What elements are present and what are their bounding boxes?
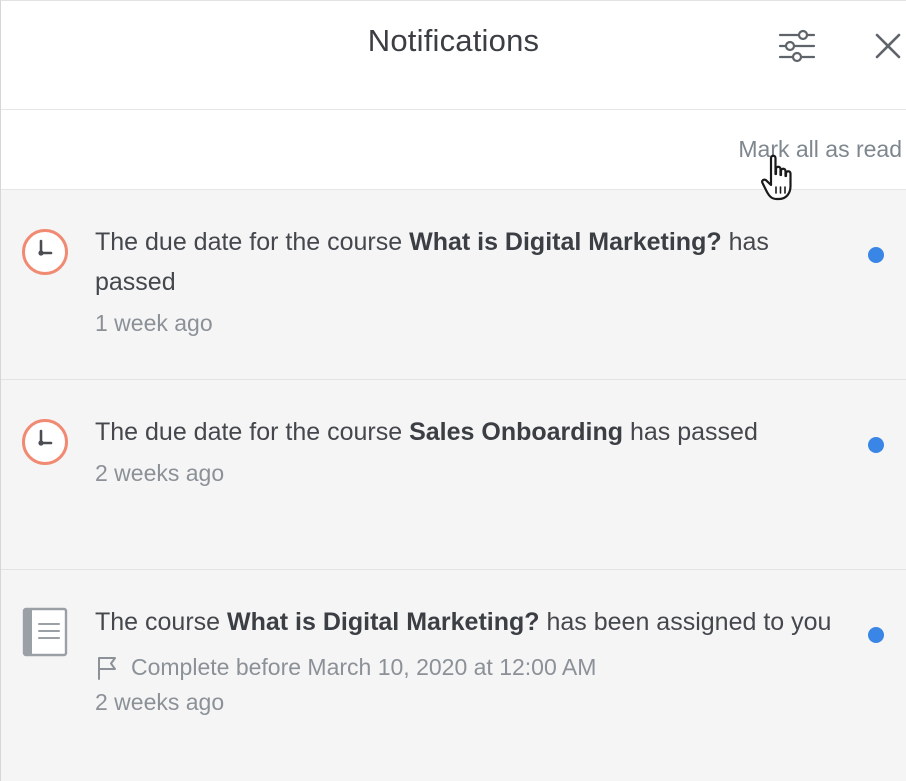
notification-time: 1 week ago <box>95 310 213 336</box>
notification-time: 2 weeks ago <box>95 460 225 486</box>
clock-icon <box>22 419 68 465</box>
flag-icon <box>98 656 116 680</box>
notification-body: The course What is Digital Marketing? ha… <box>95 602 835 716</box>
notification-message: The course What is Digital Marketing? ha… <box>95 602 835 642</box>
deadline-text: Complete before March 10, 2020 at 12:00 … <box>131 654 597 680</box>
course-document-icon <box>22 607 68 657</box>
unread-dot <box>868 627 884 643</box>
message-prefix: The course <box>95 608 228 636</box>
sliders-icon <box>778 29 816 63</box>
notification-body: The due date for the course What is Digi… <box>95 222 835 337</box>
panel-header: Notifications <box>1 1 906 110</box>
notification-item[interactable]: The due date for the course What is Digi… <box>1 190 906 380</box>
notification-item[interactable]: The course What is Digital Marketing? ha… <box>1 570 906 781</box>
notifications-panel: Notifications Mark all as read The due d… <box>0 0 906 781</box>
unread-dot <box>868 437 884 453</box>
notifications-toolbar: Mark all as read <box>1 110 906 190</box>
notification-list: The due date for the course What is Digi… <box>1 190 906 781</box>
unread-dot <box>868 247 884 263</box>
message-suffix: has passed <box>623 418 758 446</box>
course-name: Sales Onboarding <box>409 418 624 446</box>
filter-button[interactable] <box>774 23 820 69</box>
page-title: Notifications <box>367 23 540 58</box>
message-prefix: The due date for the course <box>95 228 410 256</box>
mark-all-read-link[interactable]: Mark all as read <box>738 136 902 163</box>
close-icon <box>875 33 901 59</box>
notification-message: The due date for the course Sales Onboar… <box>95 412 835 452</box>
notification-body: The due date for the course Sales Onboar… <box>95 412 835 487</box>
clock-icon <box>22 229 68 275</box>
notification-item[interactable]: The due date for the course Sales Onboar… <box>1 380 906 570</box>
notification-message: The due date for the course What is Digi… <box>95 222 835 302</box>
close-button[interactable] <box>865 23 906 69</box>
deadline-row: Complete before March 10, 2020 at 12:00 … <box>95 654 835 681</box>
message-prefix: The due date for the course <box>95 418 410 446</box>
course-name: What is Digital Marketing? <box>409 228 722 256</box>
message-suffix: has been assigned to you <box>539 608 832 636</box>
course-name: What is Digital Marketing? <box>227 608 540 636</box>
notification-time: 2 weeks ago <box>95 689 225 715</box>
